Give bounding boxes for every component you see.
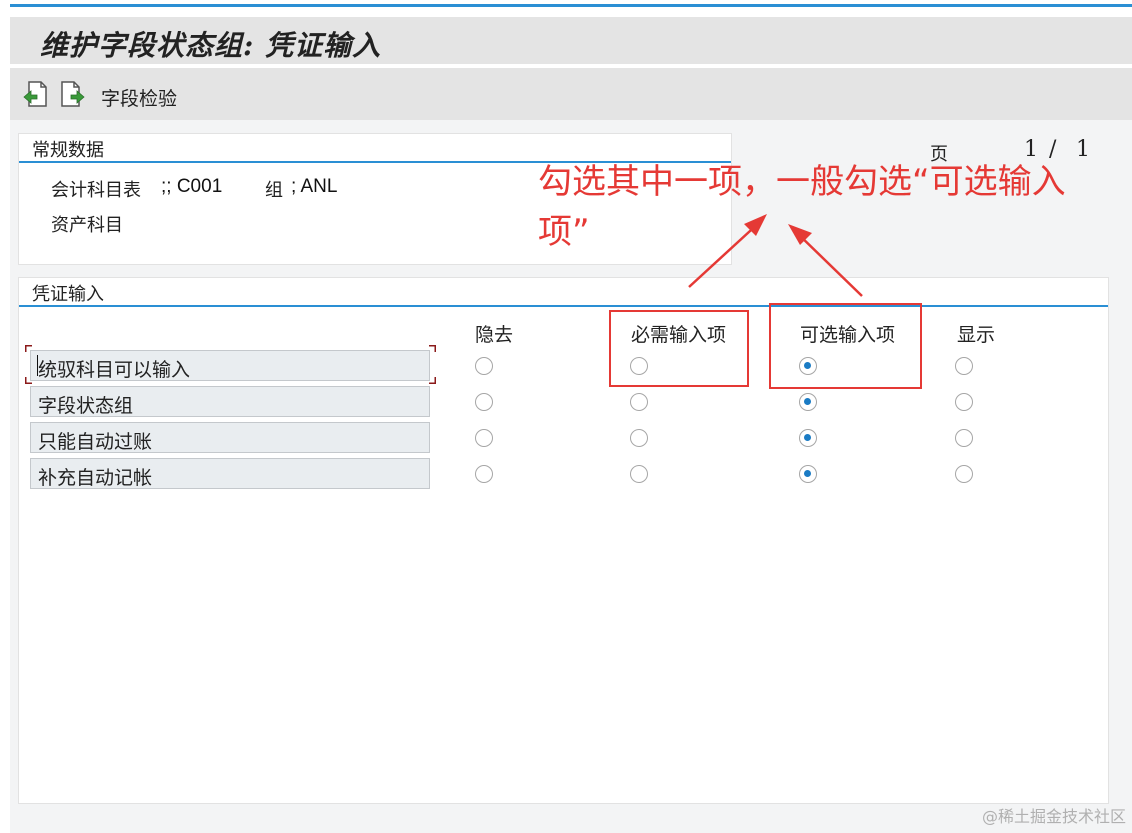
highlight-required-column [609, 310, 749, 387]
radio-hide[interactable] [475, 393, 493, 411]
radio-display[interactable] [955, 465, 973, 483]
group-label: 组 [265, 180, 283, 201]
focus-corner-tr [429, 345, 436, 352]
top-accent-line [10, 4, 1132, 7]
annotation-text: 勾选其中一项，一般勾选“可选输入项” [538, 162, 1066, 252]
radio-optional[interactable] [799, 429, 817, 447]
radio-display[interactable] [955, 429, 973, 447]
page-title: 维护字段状态组: 凭证输入 [40, 29, 382, 62]
highlight-optional-column [769, 303, 922, 389]
focus-corner-tl [25, 345, 32, 352]
row-field-field-status-group[interactable]: 字段状态组 [30, 386, 430, 417]
watermark: @稀土掘金技术社区 [981, 807, 1126, 826]
radio-required[interactable] [630, 429, 648, 447]
row-label: 统驭科目可以输入 [38, 359, 191, 381]
prev-page-icon[interactable] [23, 80, 49, 108]
general-data-title: 常规数据 [32, 140, 104, 161]
row-field-recon-account[interactable]: 统驭科目可以输入 [30, 350, 430, 381]
radio-hide[interactable] [475, 465, 493, 483]
radio-optional[interactable] [799, 393, 817, 411]
col-header-display: 显示 [957, 324, 996, 346]
col-header-hide: 隐去 [475, 324, 514, 346]
row-label: 补充自动记帐 [38, 467, 153, 489]
row-field-auto-posting-only[interactable]: 只能自动过账 [30, 422, 430, 453]
asset-account-label: 资产科目 [51, 215, 123, 236]
doc-entry-divider [19, 305, 1108, 307]
chart-of-accounts-label: 会计科目表 [51, 180, 141, 201]
field-check-button[interactable]: 字段检验 [101, 84, 177, 111]
title-bar: 维护字段状态组: 凭证输入 [10, 17, 1132, 64]
doc-entry-title: 凭证输入 [32, 284, 104, 305]
next-page-icon[interactable] [59, 80, 85, 108]
radio-hide[interactable] [475, 429, 493, 447]
radio-required[interactable] [630, 465, 648, 483]
toolbar: 字段检验 [10, 68, 1132, 120]
focus-corner-bl [25, 377, 32, 384]
radio-display[interactable] [955, 393, 973, 411]
row-field-supplement-auto[interactable]: 补充自动记帐 [30, 458, 430, 489]
radio-display[interactable] [955, 357, 973, 375]
row-label: 字段状态组 [38, 395, 134, 417]
radio-optional[interactable] [799, 465, 817, 483]
group-value: ; ANL [291, 176, 338, 197]
text-caret [37, 355, 38, 376]
radio-required[interactable] [630, 393, 648, 411]
focus-corner-br [429, 377, 436, 384]
chart-of-accounts-value: ;; C001 [161, 176, 223, 197]
row-label: 只能自动过账 [38, 431, 153, 453]
radio-hide[interactable] [475, 357, 493, 375]
